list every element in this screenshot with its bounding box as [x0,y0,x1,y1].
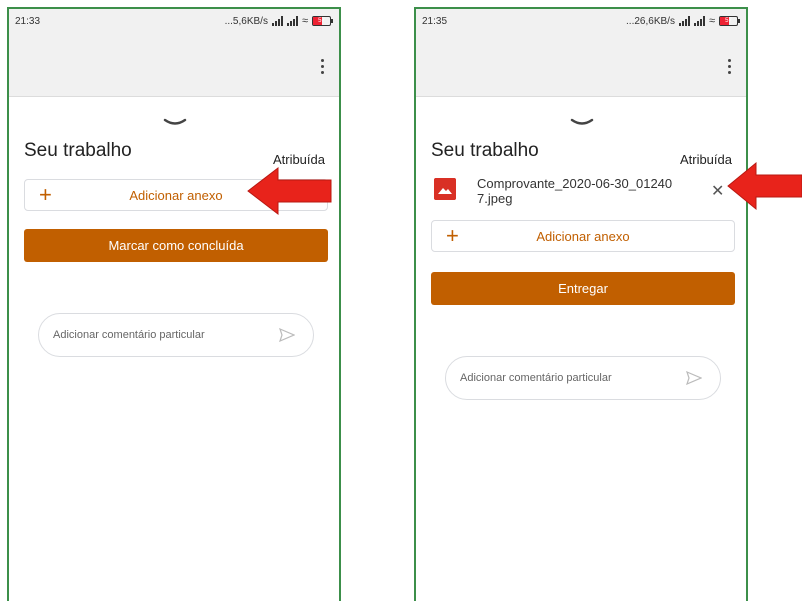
red-arrow-icon [727,161,802,211]
kebab-menu-icon[interactable] [321,59,325,77]
status-bar: 21:33 ...5,6KB/s ≈ 57 [9,9,339,35]
app-bar [9,35,339,97]
network-speed: ...5,6KB/s [224,15,268,27]
mark-as-done-button[interactable]: Marcar como concluída [24,229,328,262]
add-attachment-button[interactable]: + Adicionar anexo [431,220,735,252]
chevron-down-icon[interactable] [570,117,594,127]
status-time: 21:33 [15,16,41,27]
signal-icon [693,16,705,26]
battery-icon: 57 [312,16,333,26]
send-icon[interactable] [279,328,295,342]
red-arrow-icon [247,166,332,216]
battery-icon: 57 [719,16,740,26]
assignment-status: Atribuída [679,152,732,167]
status-time: 21:35 [422,16,448,27]
chevron-down-icon[interactable] [163,117,187,127]
assignment-status: Atribuída [272,152,325,167]
attached-file-name: Comprovante_2020-06-30_012407.jpeg [477,176,673,206]
comment-placeholder: Adicionar comentário particular [53,329,205,341]
signal-icon [286,16,298,26]
image-file-icon [434,178,456,200]
signal-icon [678,16,690,26]
section-title: Seu trabalho [431,140,539,161]
signal-icon [271,16,283,26]
close-icon[interactable]: ✕ [711,181,724,201]
phone-screen-before: 21:33 ...5,6KB/s ≈ 57 Seu trabalho Atrib… [7,7,341,601]
network-speed: ...26,6KB/s [626,15,675,27]
status-icons: ...5,6KB/s ≈ 57 [224,15,333,27]
wifi-icon: ≈ [708,15,715,27]
wifi-icon: ≈ [301,15,308,27]
send-icon[interactable] [686,371,702,385]
turn-in-button[interactable]: Entregar [431,272,735,305]
comment-placeholder: Adicionar comentário particular [460,372,612,384]
status-icons: ...26,6KB/s ≈ 57 [626,15,740,27]
app-bar [416,35,746,97]
private-comment-input[interactable]: Adicionar comentário particular [445,356,721,400]
status-bar: 21:35 ...26,6KB/s ≈ 57 [416,9,746,35]
phone-screen-after: 21:35 ...26,6KB/s ≈ 57 Seu trabalho Atri… [414,7,748,601]
section-title: Seu trabalho [24,140,132,161]
private-comment-input[interactable]: Adicionar comentário particular [38,313,314,357]
kebab-menu-icon[interactable] [728,59,732,77]
attached-file-item[interactable]: Comprovante_2020-06-30_012407.jpeg ✕ [434,176,734,210]
add-attachment-label: Adicionar anexo [536,229,630,244]
